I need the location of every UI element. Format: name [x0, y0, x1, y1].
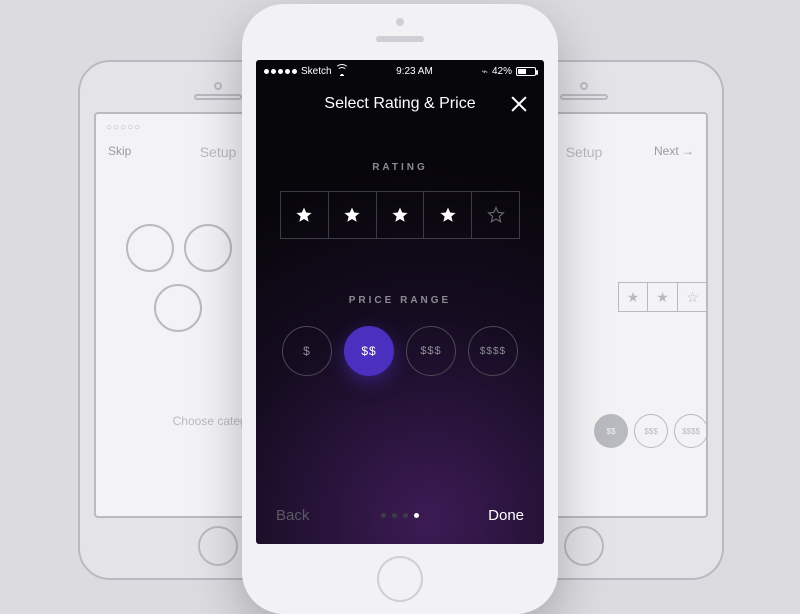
- star-1[interactable]: [280, 191, 329, 239]
- star-2[interactable]: [329, 191, 377, 239]
- home-button[interactable]: [377, 556, 423, 602]
- bluetooth-icon: ⌁: [481, 65, 488, 78]
- rating-selector[interactable]: [280, 191, 520, 239]
- wireframe-next: Next →: [654, 144, 694, 158]
- wireframe-stars: ★★☆: [618, 282, 708, 312]
- page-title: Select Rating & Price: [324, 95, 475, 113]
- signal-icon: [264, 69, 297, 74]
- price-option-1[interactable]: $: [282, 326, 332, 376]
- app-screen: Sketch 9:23 AM ⌁ 42% Select Rating & Pri…: [256, 60, 544, 544]
- clock: 9:23 AM: [396, 66, 433, 77]
- price-option-4[interactable]: $$$$: [468, 326, 518, 376]
- page-indicator: [381, 513, 419, 518]
- wireframe-status: ○○○○○: [106, 122, 141, 133]
- star-3[interactable]: [377, 191, 425, 239]
- battery-icon: [516, 67, 536, 76]
- price-option-2[interactable]: $$: [344, 326, 394, 376]
- back-button[interactable]: Back: [276, 507, 309, 524]
- battery-pct: 42%: [492, 66, 512, 77]
- star-5[interactable]: [472, 191, 520, 239]
- price-selector[interactable]: $$$$$$$$$$: [256, 326, 544, 376]
- price-label: PRICE RANGE: [256, 295, 544, 306]
- done-button[interactable]: Done: [488, 507, 524, 524]
- status-bar: Sketch 9:23 AM ⌁ 42%: [256, 60, 544, 82]
- carrier-label: Sketch: [301, 66, 332, 77]
- close-icon[interactable]: [508, 93, 530, 115]
- wireframe-prices: $$ $$$ $$$$: [594, 414, 708, 448]
- wifi-icon: [336, 67, 348, 76]
- rating-label: RATING: [256, 162, 544, 173]
- price-option-3[interactable]: $$$: [406, 326, 456, 376]
- star-4[interactable]: [424, 191, 472, 239]
- device-frame: Sketch 9:23 AM ⌁ 42% Select Rating & Pri…: [242, 4, 558, 614]
